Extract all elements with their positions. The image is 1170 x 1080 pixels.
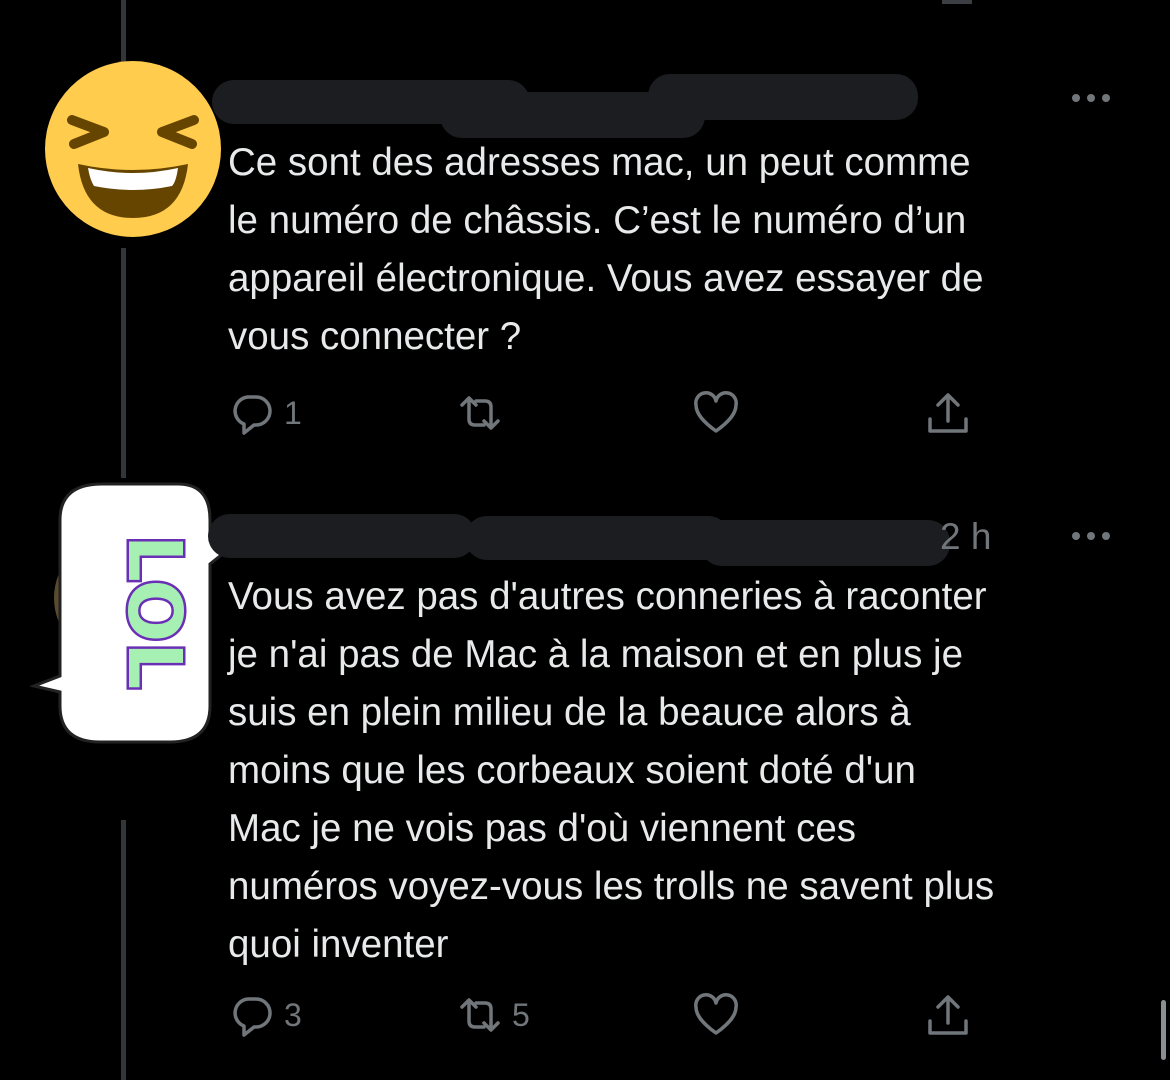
- timestamp[interactable]: 2 h: [940, 516, 991, 558]
- retweet-count: 5: [512, 996, 530, 1033]
- reply-count: 1: [284, 394, 302, 431]
- reply-button[interactable]: 3: [228, 990, 302, 1040]
- reply-icon: [233, 997, 272, 1037]
- timeline: Ce sont des adresses mac, un peut comme …: [0, 0, 1170, 1080]
- more-icon[interactable]: [1070, 530, 1114, 544]
- share-icon: [928, 995, 968, 1035]
- retweet-icon: [460, 998, 500, 1032]
- reply-count: 3: [284, 996, 302, 1033]
- like-icon: [694, 993, 738, 1035]
- tweet-actions: 1: [228, 388, 988, 438]
- like-button[interactable]: [692, 388, 748, 438]
- share-button[interactable]: [924, 388, 972, 438]
- tweet-actions: 3 5: [228, 990, 988, 1040]
- tweet-text: Vous avez pas d'autres conneries à racon…: [228, 575, 995, 966]
- more-icon[interactable]: [1070, 92, 1114, 106]
- retweet-button[interactable]: [456, 388, 512, 438]
- share-icon: [928, 393, 968, 433]
- tweet[interactable]: Ce sont des adresses mac, un peut comme …: [0, 58, 1170, 478]
- like-icon: [694, 391, 738, 433]
- like-button[interactable]: [692, 990, 748, 1040]
- redacted-handle: [648, 74, 918, 120]
- redacted-username: [208, 514, 476, 558]
- reply-button[interactable]: 1: [228, 388, 302, 438]
- top-divider: [942, 0, 972, 4]
- lol-sticker-icon: LOL: [109, 532, 200, 692]
- avatar[interactable]: LOL: [28, 480, 245, 750]
- retweet-button[interactable]: 5: [456, 990, 530, 1040]
- share-button[interactable]: [924, 990, 972, 1040]
- redacted-handle: [700, 520, 950, 566]
- tweet-text: Ce sont des adresses mac, un peut comme …: [228, 141, 984, 358]
- retweet-icon: [460, 396, 500, 430]
- lol-sticker-text: LOL: [111, 535, 197, 690]
- scrollbar[interactable]: [1161, 1000, 1166, 1060]
- redacted-handle: [465, 516, 730, 560]
- laughing-face-emoji-icon: [45, 61, 221, 237]
- avatar[interactable]: [42, 58, 224, 240]
- tweet[interactable]: LOL 2 h Vous avez pas d'autres conneries…: [0, 480, 1170, 1080]
- reply-icon: [233, 395, 272, 435]
